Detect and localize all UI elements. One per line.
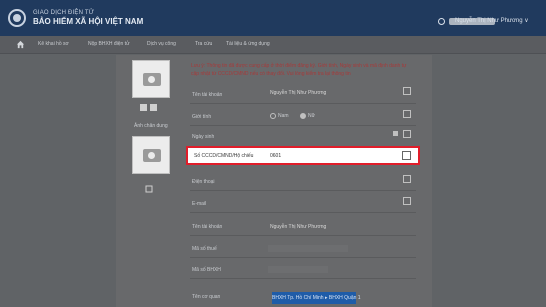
field-label-agency: Tên cơ quan: [192, 294, 221, 300]
field-value-account-name: Nguyễn Thị Như Phương: [270, 224, 327, 230]
camera-icon: [143, 73, 161, 86]
user-avatar-icon[interactable]: [438, 18, 445, 25]
row-divider: [190, 125, 416, 126]
row-divider: [190, 278, 416, 279]
home-icon[interactable]: [16, 40, 25, 49]
nav-item-ke-khai[interactable]: Kê khai hồ sơ: [38, 41, 69, 47]
nav-item-tai-lieu[interactable]: Tài liệu & ứng dụng: [226, 41, 270, 47]
calendar-icon[interactable]: [393, 131, 398, 136]
field-label-tax-code: Mã số thuế: [192, 246, 217, 252]
field-value-id-number: 0601: [270, 153, 282, 159]
note-line-1: Lưu ý: Thông tin đã được cung cấp ở thời…: [191, 63, 407, 69]
row-divider: [190, 257, 416, 258]
nav-item-nop-bhxh[interactable]: Nộp BHXH điện tử: [88, 41, 129, 47]
edit-icon[interactable]: [403, 110, 411, 118]
brand-title[interactable]: BẢO HIỂM XÃ HỘI VIỆT NAM: [33, 17, 143, 26]
upload-icon[interactable]: [145, 185, 153, 193]
id-card-photo[interactable]: [132, 136, 170, 174]
edit-icon[interactable]: [403, 87, 411, 95]
redacted-value: [268, 266, 328, 273]
field-label-dob: Ngày sinh: [192, 134, 215, 140]
nav-item-dich-vu-cong[interactable]: Dịch vụ công: [147, 41, 176, 47]
edit-icon[interactable]: [403, 197, 411, 205]
brand-subtitle: GIAO DỊCH ĐIỆN TỬ: [33, 10, 95, 16]
row-divider: [190, 103, 416, 104]
redacted-value: [268, 245, 348, 252]
gender-radio-male[interactable]: [270, 113, 276, 119]
field-label-username: Tên tài khoản: [192, 92, 223, 98]
field-label-social-insurance: Mã số BHXH: [192, 267, 221, 273]
field-label-account-name: Tên tài khoản: [192, 224, 223, 230]
gender-radio-female[interactable]: [300, 113, 306, 119]
field-label-id-number: Số CCCD/CMND/Hộ chiếu: [194, 153, 254, 159]
main-nav: [0, 36, 546, 54]
field-label-email: E-mail: [192, 201, 207, 207]
row-divider: [190, 235, 416, 236]
agency-select-button[interactable]: BHXH Tp. Hồ Chí Minh ▸ BHXH Quận 1: [272, 292, 361, 304]
portrait-label: Ảnh chân dung: [134, 123, 168, 129]
field-value-username: Nguyễn Thị Như Phương: [270, 90, 327, 96]
edit-id-number-icon[interactable]: [402, 151, 411, 160]
row-divider: [190, 212, 416, 213]
nav-item-tra-cuu[interactable]: Tra cứu: [195, 41, 212, 47]
edit-icon[interactable]: [403, 130, 411, 138]
bhxh-logo-icon: [8, 9, 26, 27]
gender-option-male: Nam: [278, 113, 289, 119]
note-line-2: cập nhật từ CCCD/CMND nếu có thay đổi. V…: [191, 71, 351, 77]
gender-option-female: Nữ: [308, 113, 315, 119]
row-divider: [190, 190, 416, 191]
edit-icon[interactable]: [403, 175, 411, 183]
camera-icon: [143, 149, 161, 162]
user-menu[interactable]: Nguyễn Thị Như Phương ∨: [455, 17, 529, 24]
id-number-row-highlighted[interactable]: Số CCCD/CMND/Hộ chiếu 0601: [186, 146, 420, 165]
field-label-phone: Điện thoại: [192, 179, 215, 185]
portrait-photo[interactable]: [132, 60, 170, 98]
field-label-gender: Giới tính: [192, 114, 212, 120]
photo-action-icons[interactable]: [139, 103, 159, 112]
